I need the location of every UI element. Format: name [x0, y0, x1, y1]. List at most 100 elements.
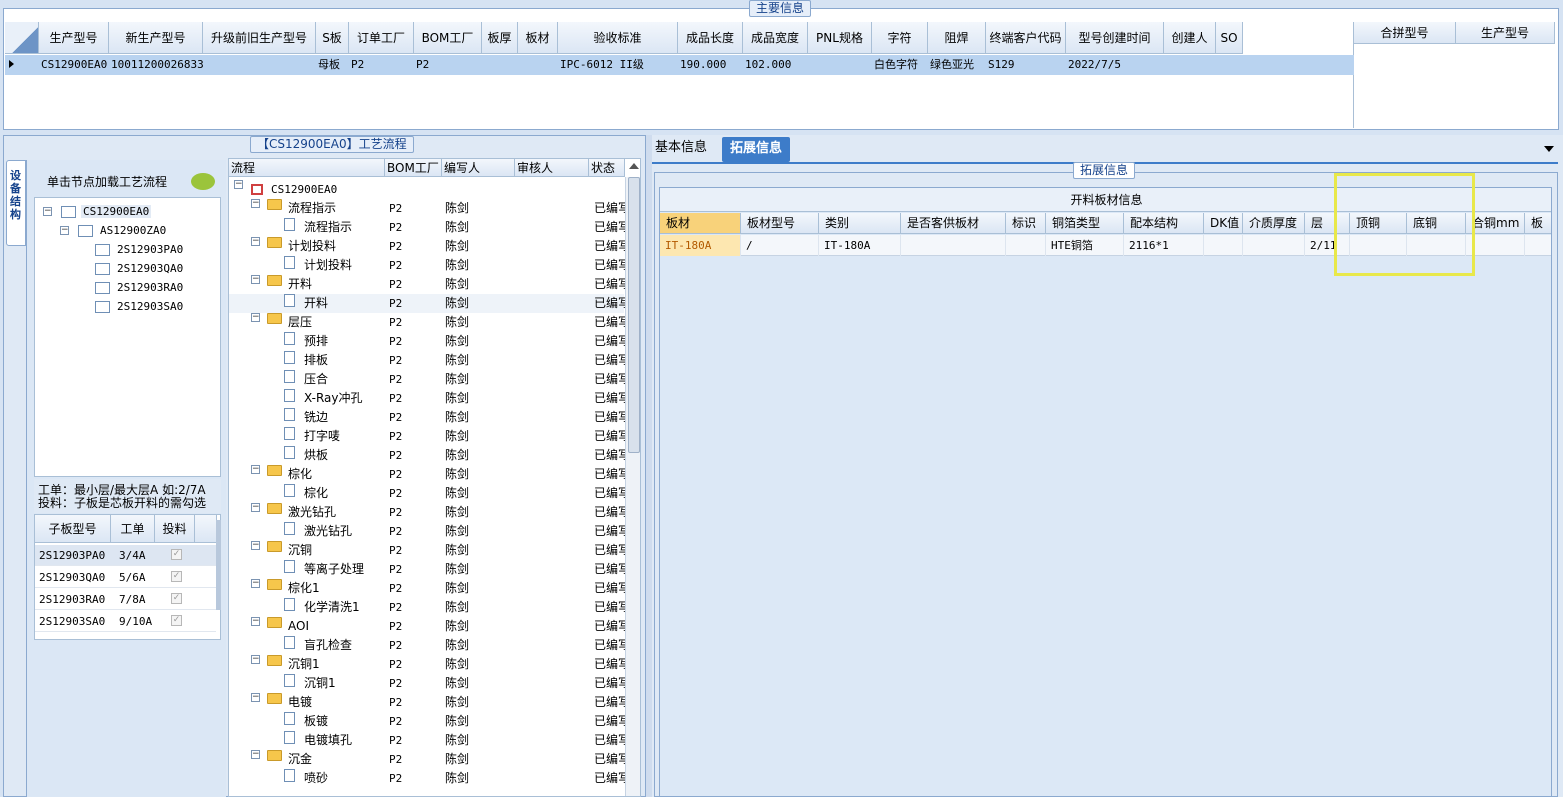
- flow-row[interactable]: 铣边 P2 陈剑 已编写: [229, 408, 625, 427]
- feed-checkbox[interactable]: ✓: [171, 593, 182, 604]
- main-col-header[interactable]: BOM工厂: [414, 22, 482, 54]
- flow-row[interactable]: − AOI P2 陈剑 已编写: [229, 617, 625, 636]
- sub-order-cell[interactable]: 7/8A: [119, 593, 146, 606]
- collapse-icon[interactable]: −: [251, 541, 260, 550]
- material-col-header[interactable]: 配本结构: [1124, 213, 1204, 234]
- flow-row[interactable]: − CS12900EA0: [229, 180, 624, 199]
- collapse-icon[interactable]: −: [251, 465, 260, 474]
- collapse-icon[interactable]: −: [251, 693, 260, 702]
- load-hint-bar[interactable]: 单击节点加载工艺流程: [34, 167, 221, 197]
- flow-row[interactable]: 等离子处理 P2 陈剑 已编写: [229, 560, 625, 579]
- collapse-icon[interactable]: −: [251, 313, 260, 322]
- flow-row[interactable]: − 棕化1 P2 陈剑 已编写: [229, 579, 625, 598]
- collapse-icon[interactable]: −: [251, 655, 260, 664]
- main-col-header[interactable]: 成品长度: [678, 22, 743, 54]
- collapse-icon[interactable]: −: [234, 180, 243, 189]
- collapse-icon[interactable]: −: [251, 750, 260, 759]
- flow-row[interactable]: X-Ray冲孔 P2 陈剑 已编写: [229, 389, 625, 408]
- material-col-header[interactable]: 铜箔类型: [1046, 213, 1124, 234]
- main-col-header[interactable]: 型号创建时间: [1066, 22, 1164, 54]
- main-col-header[interactable]: 升级前旧生产型号: [203, 22, 316, 54]
- main-col-header[interactable]: 字符: [872, 22, 928, 54]
- main-col-header[interactable]: 板厚: [482, 22, 518, 54]
- main-col-header[interactable]: 板材: [518, 22, 558, 54]
- collapse-icon[interactable]: −: [251, 237, 260, 246]
- flow-row[interactable]: 电镀填孔 P2 陈剑 已编写: [229, 731, 625, 750]
- material-col-header[interactable]: 板材型号: [741, 213, 819, 234]
- sub-order-cell[interactable]: 3/4A: [119, 549, 146, 562]
- flow-row[interactable]: 压合 P2 陈剑 已编写: [229, 370, 625, 389]
- sub-order-cell[interactable]: 9/10A: [119, 615, 152, 628]
- tab-extended-info[interactable]: 拓展信息: [722, 137, 790, 162]
- feed-checkbox[interactable]: ✓: [171, 571, 182, 582]
- flow-row[interactable]: 喷砂 P2 陈剑 已编写: [229, 769, 625, 788]
- main-col-header[interactable]: 验收标准: [558, 22, 678, 54]
- flow-col-header[interactable]: 状态: [589, 159, 625, 177]
- flow-row[interactable]: 激光钻孔 P2 陈剑 已编写: [229, 522, 625, 541]
- collapse-icon[interactable]: −: [60, 226, 69, 235]
- collapse-icon[interactable]: −: [251, 199, 260, 208]
- flow-row[interactable]: − 沉铜1 P2 陈剑 已编写: [229, 655, 625, 674]
- main-col-header[interactable]: 阻焊: [928, 22, 986, 54]
- tab-basic-info[interactable]: 基本信息: [655, 138, 719, 160]
- collapse-icon[interactable]: −: [251, 617, 260, 626]
- main-col-header[interactable]: PNL规格: [808, 22, 872, 54]
- flow-row[interactable]: 打字唛 P2 陈剑 已编写: [229, 427, 625, 446]
- flow-col-header[interactable]: BOM工厂: [385, 159, 442, 177]
- flow-row[interactable]: − 流程指示 P2 陈剑 已编写: [229, 199, 625, 218]
- material-col-header[interactable]: 板: [1525, 213, 1551, 234]
- main-col-header[interactable]: 成品宽度: [743, 22, 808, 54]
- flow-col-header[interactable]: 流程: [229, 159, 385, 177]
- structure-tree-node[interactable]: 2S12903QA0: [35, 259, 220, 278]
- main-col-header[interactable]: S板: [316, 22, 349, 54]
- collapse-icon[interactable]: −: [251, 503, 260, 512]
- main-col-header[interactable]: SO: [1216, 22, 1243, 54]
- flow-row[interactable]: 流程指示 P2 陈剑 已编写: [229, 218, 625, 237]
- flow-row[interactable]: − 计划投料 P2 陈剑 已编写: [229, 237, 625, 256]
- feed-checkbox[interactable]: ✓: [171, 615, 182, 626]
- flow-scrollbar[interactable]: [625, 163, 640, 796]
- flow-row[interactable]: 化学清洗1 P2 陈剑 已编写: [229, 598, 625, 617]
- flow-row[interactable]: − 棕化 P2 陈剑 已编写: [229, 465, 625, 484]
- main-col-header[interactable]: 新生产型号: [109, 22, 203, 54]
- tab-menu-dropdown-icon[interactable]: [1544, 146, 1554, 152]
- structure-tree-node[interactable]: 2S12903RA0: [35, 278, 220, 297]
- sub-order-cell[interactable]: 5/6A: [119, 571, 146, 584]
- main-col-header[interactable]: 生产型号: [39, 22, 109, 54]
- collapse-icon[interactable]: −: [43, 207, 52, 216]
- flow-col-header[interactable]: 编写人: [442, 159, 515, 177]
- flow-row[interactable]: − 沉铜 P2 陈剑 已编写: [229, 541, 625, 560]
- flow-row[interactable]: 棕化 P2 陈剑 已编写: [229, 484, 625, 503]
- feed-checkbox[interactable]: ✓: [171, 549, 182, 560]
- flow-row[interactable]: − 沉金 P2 陈剑 已编写: [229, 750, 625, 769]
- flow-row[interactable]: 板镀 P2 陈剑 已编写: [229, 712, 625, 731]
- material-col-header[interactable]: 板材: [660, 213, 741, 234]
- structure-tree-node[interactable]: 2S12903SA0: [35, 297, 220, 316]
- material-col-header[interactable]: 介质厚度: [1243, 213, 1305, 234]
- flow-row[interactable]: 烘板 P2 陈剑 已编写: [229, 446, 625, 465]
- flow-row[interactable]: − 开料 P2 陈剑 已编写: [229, 275, 625, 294]
- material-col-header[interactable]: 类别: [819, 213, 901, 234]
- flow-row[interactable]: 计划投料 P2 陈剑 已编写: [229, 256, 625, 275]
- flow-row[interactable]: − 激光钻孔 P2 陈剑 已编写: [229, 503, 625, 522]
- flow-row[interactable]: − 层压 P2 陈剑 已编写: [229, 313, 625, 332]
- collapse-icon[interactable]: −: [251, 579, 260, 588]
- flow-row[interactable]: 沉铜1 P2 陈剑 已编写: [229, 674, 625, 693]
- flow-row[interactable]: − 电镀 P2 陈剑 已编写: [229, 693, 625, 712]
- main-col-header[interactable]: 创建人: [1164, 22, 1216, 54]
- structure-tree-node[interactable]: − AS12900ZA0: [35, 221, 220, 240]
- main-col-header[interactable]: 终端客户代码: [986, 22, 1066, 54]
- structure-tree-node[interactable]: 2S12903PA0: [35, 240, 220, 259]
- flow-row[interactable]: 排板 P2 陈剑 已编写: [229, 351, 625, 370]
- flow-row[interactable]: 预排 P2 陈剑 已编写: [229, 332, 625, 351]
- scroll-up-icon[interactable]: [629, 163, 639, 169]
- flow-row[interactable]: 开料 P2 陈剑 已编写: [229, 294, 625, 313]
- main-col-header[interactable]: 订单工厂: [349, 22, 414, 54]
- material-col-header[interactable]: 标识: [1006, 213, 1046, 234]
- side-tab-equipment-structure[interactable]: 设备结构: [6, 160, 26, 246]
- material-col-header[interactable]: DK值: [1204, 213, 1243, 234]
- flow-col-header[interactable]: 审核人: [515, 159, 589, 177]
- structure-tree-node[interactable]: − CS12900EA0: [35, 202, 220, 221]
- material-col-header[interactable]: 是否客供板材: [901, 213, 1006, 234]
- collapse-icon[interactable]: −: [251, 275, 260, 284]
